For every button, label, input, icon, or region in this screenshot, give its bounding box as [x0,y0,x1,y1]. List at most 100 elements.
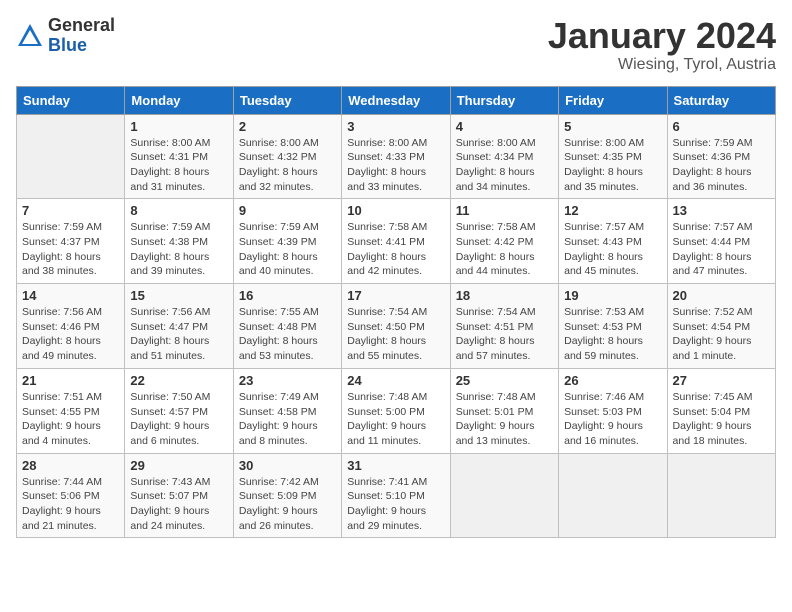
calendar-cell [450,453,558,538]
day-number: 18 [456,288,553,303]
calendar-week-3: 14 Sunrise: 7:56 AMSunset: 4:46 PMDayligh… [17,284,776,369]
day-number: 24 [347,373,444,388]
header: General Blue January 2024 Wiesing, Tyrol… [16,16,776,74]
day-number: 10 [347,203,444,218]
calendar-cell: 24 Sunrise: 7:48 AMSunset: 5:00 PMDayligh… [342,368,450,453]
calendar-header-sunday: Sunday [17,86,125,114]
calendar-table: SundayMondayTuesdayWednesdayThursdayFrid… [16,86,776,539]
day-detail: Sunrise: 7:48 AMSunset: 5:00 PMDaylight:… [347,390,444,449]
calendar-header-monday: Monday [125,86,233,114]
day-detail: Sunrise: 7:54 AMSunset: 4:51 PMDaylight:… [456,305,553,364]
day-detail: Sunrise: 8:00 AMSunset: 4:31 PMDaylight:… [130,136,227,195]
title-area: January 2024 Wiesing, Tyrol, Austria [548,16,776,74]
day-number: 17 [347,288,444,303]
day-number: 30 [239,458,336,473]
day-number: 1 [130,119,227,134]
calendar-cell: 27 Sunrise: 7:45 AMSunset: 5:04 PMDayligh… [667,368,775,453]
day-number: 6 [673,119,770,134]
day-detail: Sunrise: 7:59 AMSunset: 4:36 PMDaylight:… [673,136,770,195]
day-number: 23 [239,373,336,388]
day-detail: Sunrise: 7:51 AMSunset: 4:55 PMDaylight:… [22,390,119,449]
day-detail: Sunrise: 7:58 AMSunset: 4:41 PMDaylight:… [347,220,444,279]
calendar-cell [17,114,125,199]
calendar-cell: 22Sunrise: 7:50 AMSunset: 4:57 PMDayligh… [125,368,233,453]
day-detail: Sunrise: 8:00 AMSunset: 4:33 PMDaylight:… [347,136,444,195]
logo-general-text: General [48,15,115,35]
calendar-header-tuesday: Tuesday [233,86,341,114]
logo-icon [16,22,44,50]
calendar-week-2: 7Sunrise: 7:59 AMSunset: 4:37 PMDaylight… [17,199,776,284]
day-detail: Sunrise: 7:59 AMSunset: 4:39 PMDaylight:… [239,220,336,279]
calendar-cell: 15Sunrise: 7:56 AMSunset: 4:47 PMDayligh… [125,284,233,369]
calendar-header-friday: Friday [559,86,667,114]
month-title: January 2024 [548,16,776,56]
day-number: 16 [239,288,336,303]
day-detail: Sunrise: 7:41 AMSunset: 5:10 PMDaylight:… [347,475,444,534]
calendar-body: 1 Sunrise: 8:00 AMSunset: 4:31 PMDaylight… [17,114,776,538]
day-detail: Sunrise: 7:43 AMSunset: 5:07 PMDaylight:… [130,475,227,534]
calendar-cell: 14 Sunrise: 7:56 AMSunset: 4:46 PMDayligh… [17,284,125,369]
calendar-cell: 31Sunrise: 7:41 AMSunset: 5:10 PMDayligh… [342,453,450,538]
calendar-cell: 18 Sunrise: 7:54 AMSunset: 4:51 PMDayligh… [450,284,558,369]
calendar-cell [559,453,667,538]
day-number: 11 [456,203,553,218]
day-detail: Sunrise: 7:45 AMSunset: 5:04 PMDaylight:… [673,390,770,449]
logo-blue-text: Blue [48,35,87,55]
calendar-cell: 19Sunrise: 7:53 AMSunset: 4:53 PMDayligh… [559,284,667,369]
day-number: 12 [564,203,661,218]
day-number: 21 [22,373,119,388]
calendar-cell: 7Sunrise: 7:59 AMSunset: 4:37 PMDaylight… [17,199,125,284]
calendar-header-wednesday: Wednesday [342,86,450,114]
location-subtitle: Wiesing, Tyrol, Austria [548,56,776,74]
day-number: 2 [239,119,336,134]
day-number: 22 [130,373,227,388]
calendar-cell: 20 Sunrise: 7:52 AMSunset: 4:54 PMDayligh… [667,284,775,369]
day-detail: Sunrise: 7:56 AMSunset: 4:46 PMDaylight:… [22,305,119,364]
calendar-cell: 5 Sunrise: 8:00 AMSunset: 4:35 PMDaylight… [559,114,667,199]
day-detail: Sunrise: 7:52 AMSunset: 4:54 PMDaylight:… [673,305,770,364]
calendar-cell: 12 Sunrise: 7:57 AMSunset: 4:43 PMDayligh… [559,199,667,284]
day-number: 29 [130,458,227,473]
calendar-cell: 25Sunrise: 7:48 AMSunset: 5:01 PMDayligh… [450,368,558,453]
calendar-cell: 2 Sunrise: 8:00 AMSunset: 4:32 PMDaylight… [233,114,341,199]
calendar-week-4: 21 Sunrise: 7:51 AMSunset: 4:55 PMDayligh… [17,368,776,453]
day-number: 27 [673,373,770,388]
day-detail: Sunrise: 8:00 AMSunset: 4:34 PMDaylight:… [456,136,553,195]
calendar-cell: 17 Sunrise: 7:54 AMSunset: 4:50 PMDayligh… [342,284,450,369]
day-number: 9 [239,203,336,218]
calendar-header-saturday: Saturday [667,86,775,114]
day-detail: Sunrise: 7:54 AMSunset: 4:50 PMDaylight:… [347,305,444,364]
calendar-week-1: 1 Sunrise: 8:00 AMSunset: 4:31 PMDaylight… [17,114,776,199]
calendar-cell: 30Sunrise: 7:42 AMSunset: 5:09 PMDayligh… [233,453,341,538]
day-detail: Sunrise: 7:48 AMSunset: 5:01 PMDaylight:… [456,390,553,449]
calendar-cell: 4Sunrise: 8:00 AMSunset: 4:34 PMDaylight… [450,114,558,199]
calendar-cell: 11 Sunrise: 7:58 AMSunset: 4:42 PMDayligh… [450,199,558,284]
day-number: 7 [22,203,119,218]
day-detail: Sunrise: 8:00 AMSunset: 4:35 PMDaylight:… [564,136,661,195]
calendar-header-row: SundayMondayTuesdayWednesdayThursdayFrid… [17,86,776,114]
day-number: 14 [22,288,119,303]
calendar-cell: 6 Sunrise: 7:59 AMSunset: 4:36 PMDaylight… [667,114,775,199]
day-detail: Sunrise: 7:49 AMSunset: 4:58 PMDaylight:… [239,390,336,449]
calendar-header-thursday: Thursday [450,86,558,114]
day-detail: Sunrise: 7:58 AMSunset: 4:42 PMDaylight:… [456,220,553,279]
day-detail: Sunrise: 7:56 AMSunset: 4:47 PMDaylight:… [130,305,227,364]
day-detail: Sunrise: 8:00 AMSunset: 4:32 PMDaylight:… [239,136,336,195]
calendar-cell: 23 Sunrise: 7:49 AMSunset: 4:58 PMDayligh… [233,368,341,453]
day-detail: Sunrise: 7:53 AMSunset: 4:53 PMDaylight:… [564,305,661,364]
day-number: 28 [22,458,119,473]
day-number: 20 [673,288,770,303]
day-number: 3 [347,119,444,134]
day-number: 5 [564,119,661,134]
day-detail: Sunrise: 7:59 AMSunset: 4:38 PMDaylight:… [130,220,227,279]
calendar-cell: 13Sunrise: 7:57 AMSunset: 4:44 PMDayligh… [667,199,775,284]
calendar-cell: 9 Sunrise: 7:59 AMSunset: 4:39 PMDaylight… [233,199,341,284]
day-detail: Sunrise: 7:44 AMSunset: 5:06 PMDaylight:… [22,475,119,534]
calendar-cell: 3 Sunrise: 8:00 AMSunset: 4:33 PMDaylight… [342,114,450,199]
calendar-cell: 8Sunrise: 7:59 AMSunset: 4:38 PMDaylight… [125,199,233,284]
calendar-cell: 28 Sunrise: 7:44 AMSunset: 5:06 PMDayligh… [17,453,125,538]
day-detail: Sunrise: 7:55 AMSunset: 4:48 PMDaylight:… [239,305,336,364]
day-detail: Sunrise: 7:46 AMSunset: 5:03 PMDaylight:… [564,390,661,449]
day-detail: Sunrise: 7:57 AMSunset: 4:43 PMDaylight:… [564,220,661,279]
calendar-cell: 10 Sunrise: 7:58 AMSunset: 4:41 PMDayligh… [342,199,450,284]
